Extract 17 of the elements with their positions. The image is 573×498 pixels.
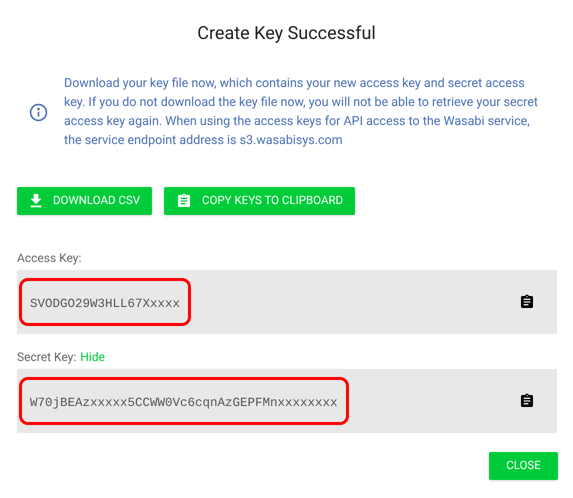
download-icon (29, 194, 43, 208)
field-label: Secret Key: (17, 349, 76, 366)
info-message: Download your key file now, which contains your new access key and secret access key. If you do not download the key file now, you will not be able to retrieve your secret access key again. When using the access keys for API access to the Wasabi service, the service endpoint address is s3.wasabisys.com (64, 75, 540, 150)
key-value: W70jBEAzxxxxx5CCWW0Vc6cqnAzGEPFMnxxxxxxxx (30, 396, 338, 410)
key-value: SVODGO29W3HLL67Xxxxx (30, 297, 180, 311)
copy-button[interactable] (519, 294, 535, 310)
clipboard-icon (519, 294, 535, 310)
field-label: Access Key: (17, 250, 82, 267)
hide-link[interactable]: Hide (80, 348, 105, 366)
copy-button[interactable] (519, 393, 535, 409)
download-csv-button[interactable]: DOWNLOAD CSV (17, 187, 152, 215)
dialog-title: Create Key Successful (197, 22, 376, 46)
copy-keys-button[interactable]: COPY KEYS TO CLIPBOARD (164, 187, 356, 215)
clipboard-icon (519, 393, 535, 409)
info-icon (29, 102, 48, 122)
clipboard-icon (176, 193, 192, 209)
close-button[interactable]: CLOSE (489, 452, 558, 480)
